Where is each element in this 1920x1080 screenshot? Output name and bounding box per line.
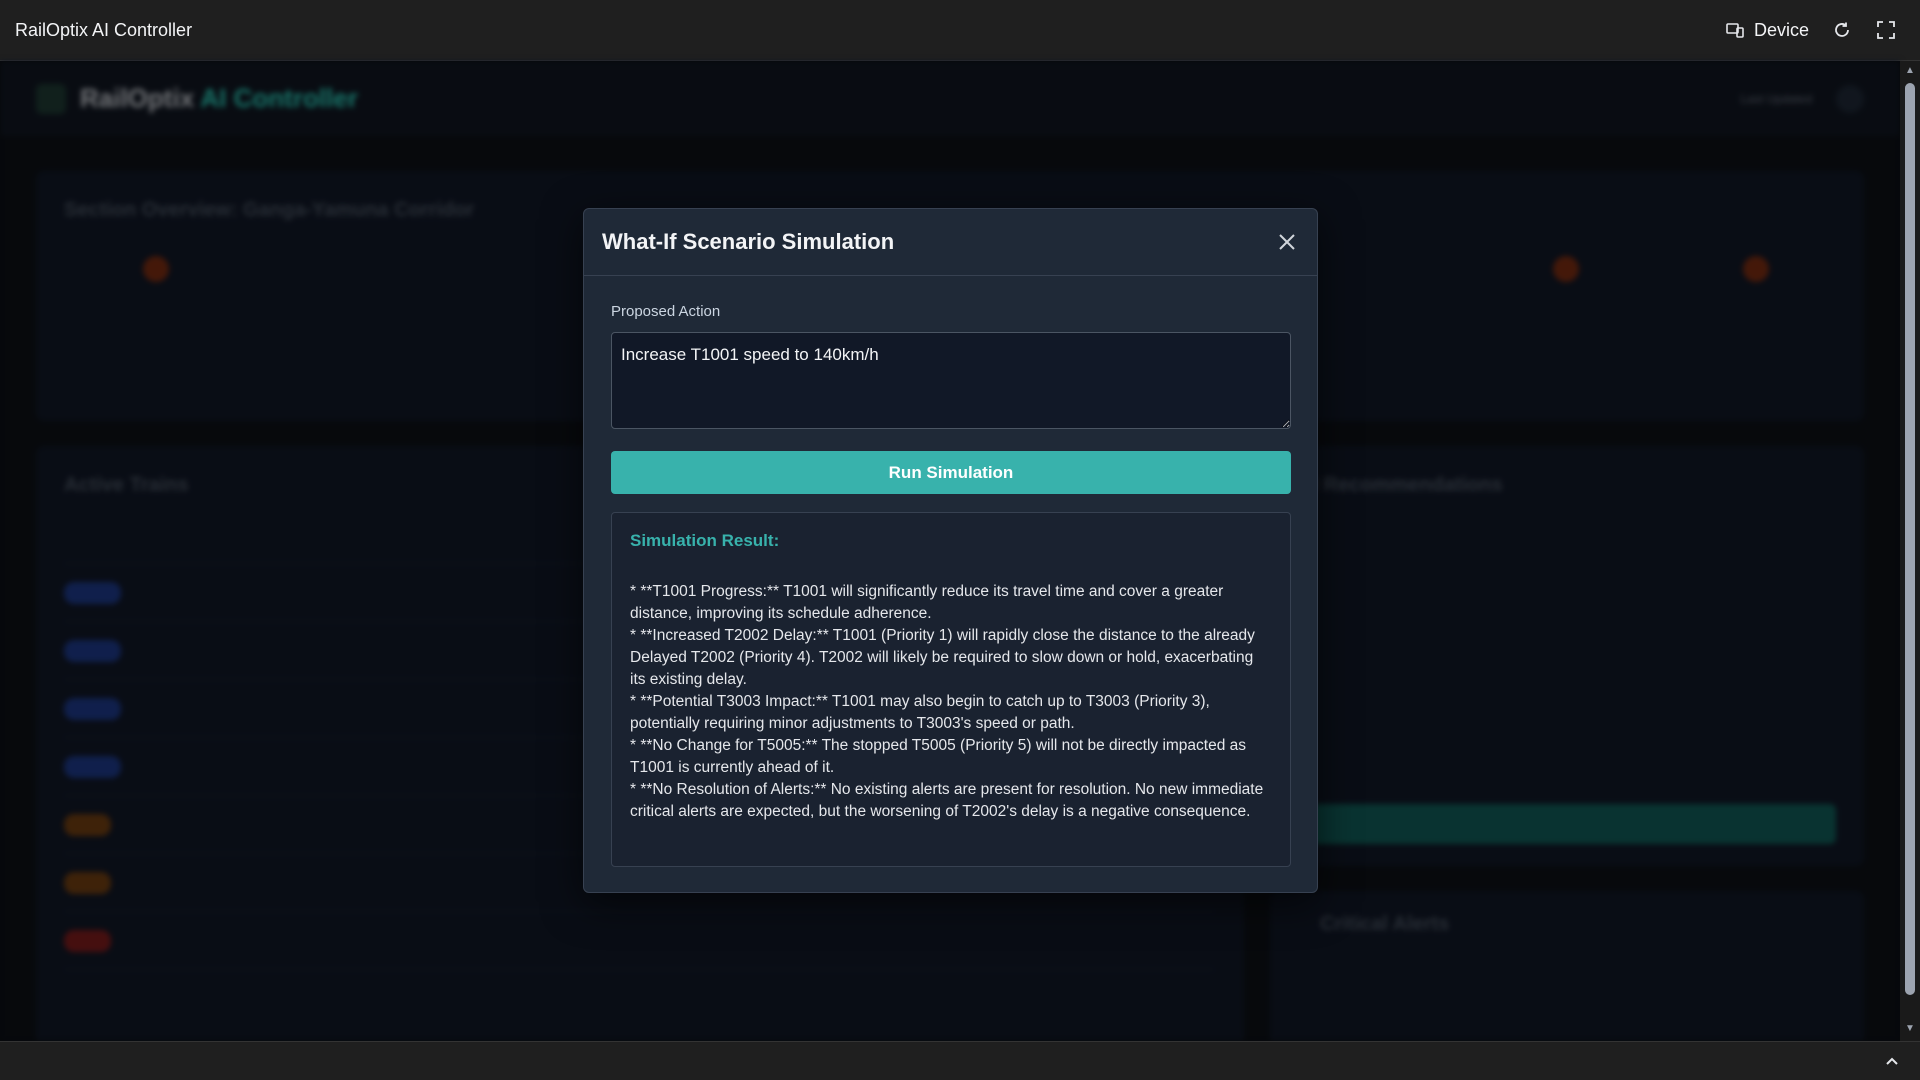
result-line: * **Potential T3003 Impact:** T1001 may … [630, 693, 1210, 732]
simulation-result-panel: Simulation Result: * **T1001 Progress:**… [611, 512, 1291, 867]
device-icon [1724, 19, 1746, 41]
fullscreen-icon[interactable] [1875, 19, 1897, 41]
browser-bottombar [0, 1041, 1920, 1080]
window-title: RailOptix AI Controller [15, 19, 193, 40]
what-if-modal: What-If Scenario Simulation Proposed Act… [583, 208, 1318, 893]
scroll-down-icon[interactable]: ▼ [1904, 1023, 1916, 1035]
proposed-action-input[interactable]: Increase T1001 speed to 140km/h [611, 332, 1291, 429]
device-label: Device [1753, 19, 1809, 40]
modal-title: What-If Scenario Simulation [602, 229, 895, 254]
device-button[interactable]: Device [1724, 19, 1809, 41]
chevron-up-icon[interactable] [1882, 1051, 1902, 1071]
result-line: * **No Change for T5005:** The stopped T… [630, 737, 1247, 776]
modal-header: What-If Scenario Simulation [584, 209, 1317, 276]
scrollbar-thumb[interactable] [1905, 83, 1915, 995]
proposed-action-label: Proposed Action [611, 303, 721, 320]
result-line: * **No Resolution of Alerts:** No existi… [630, 781, 1264, 820]
simulation-result-title: Simulation Result: [630, 531, 780, 550]
reload-icon[interactable] [1831, 19, 1853, 41]
result-line: * **T1001 Progress:** T1001 will signifi… [630, 583, 1224, 622]
modal-body: Proposed Action Increase T1001 speed to … [584, 276, 1317, 894]
scrollbar[interactable]: ▲ ▼ [1900, 61, 1920, 1041]
browser-topbar: RailOptix AI Controller Device [0, 0, 1920, 61]
scroll-up-icon[interactable]: ▲ [1904, 65, 1916, 77]
run-simulation-button[interactable]: Run Simulation [611, 451, 1291, 494]
result-line: * **Increased T2002 Delay:** T1001 (Prio… [630, 627, 1255, 688]
close-button[interactable] [1275, 230, 1299, 254]
